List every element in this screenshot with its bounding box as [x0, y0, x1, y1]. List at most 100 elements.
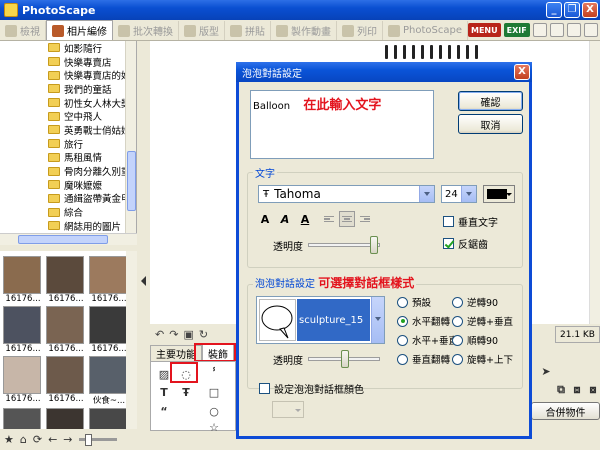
slider-knob[interactable] [341, 350, 349, 368]
folder-tree-scrollbar[interactable] [125, 41, 136, 233]
minimize-button[interactable]: _ [546, 2, 562, 18]
paste-icon[interactable]: ⧈ [570, 383, 584, 397]
radio-dot[interactable] [452, 296, 463, 308]
thumbnail-image[interactable] [3, 408, 41, 429]
thumbnail[interactable]: 16176... [46, 306, 86, 354]
dialog-close-button[interactable]: X [514, 64, 530, 80]
balloon-orientation-radio[interactable]: 逆轉+垂直 [452, 314, 513, 328]
favorite-icon[interactable]: ★ [4, 433, 14, 446]
collapse-arrow-icon[interactable] [141, 276, 146, 286]
balloon-orientation-radio[interactable]: 逆轉90 [452, 295, 498, 309]
balloon-orientation-radio[interactable]: 水平翻轉 [397, 314, 450, 328]
forward-icon[interactable]: → [63, 433, 72, 446]
thumbnail-image[interactable] [3, 256, 41, 294]
tab-animation[interactable]: 製作動畫 [271, 21, 337, 40]
align-left-button[interactable] [321, 211, 337, 227]
tab-photoscape[interactable]: PhotoScape [383, 21, 468, 40]
balloon-opacity-slider[interactable] [308, 350, 380, 368]
thumbnail[interactable]: 16176... [89, 306, 129, 354]
exif-button[interactable]: EXIF [503, 23, 530, 37]
tab-batch[interactable]: 批次轉換 [113, 21, 179, 40]
radio-dot[interactable] [397, 315, 408, 327]
back-icon[interactable]: ← [48, 433, 57, 446]
thumbnail-image[interactable] [46, 408, 84, 429]
folder-item[interactable]: 我們的童話 [0, 82, 136, 96]
radio-dot[interactable] [452, 353, 463, 365]
thumbnail-image[interactable] [89, 306, 127, 344]
thumbnail-scrollbar[interactable] [126, 251, 137, 429]
balloon-orientation-radio[interactable]: 旋轉+上下 [452, 352, 513, 366]
folder-item[interactable]: 英勇戰士俏姑娘 [0, 123, 136, 137]
circle-icon[interactable]: ○ [207, 404, 221, 418]
folder-tree-hscrollbar[interactable] [0, 233, 137, 245]
ok-button[interactable]: 確認 [458, 91, 523, 111]
balloon-orientation-radio[interactable]: 順轉90 [452, 333, 498, 347]
photo-icon[interactable]: ▨ [157, 367, 171, 381]
maximize-button[interactable]: ❐ [564, 2, 580, 18]
merge-objects-button[interactable]: 合併物件 [531, 402, 600, 420]
order-icon[interactable]: ⧇ [586, 383, 600, 397]
font-select[interactable]: Ŧ Tahoma [258, 185, 435, 203]
thumbnail-size-slider[interactable] [78, 434, 117, 446]
balloon-orientation-radio[interactable]: 垂直翻轉 [397, 352, 450, 366]
radio-dot[interactable] [397, 334, 408, 346]
copy-icon[interactable]: ⧉ [554, 383, 568, 397]
thumbnail[interactable]: 16176... [89, 256, 129, 304]
folder-item[interactable]: 空中飛人 [0, 109, 136, 123]
chevron-down-icon[interactable] [419, 186, 434, 202]
thumbnail[interactable]: 16176... [3, 306, 43, 354]
vertical-text-checkbox[interactable]: 垂直文字 [443, 214, 498, 229]
thumbnail-image[interactable] [46, 356, 84, 394]
thumbnail[interactable]: 16176... [3, 356, 43, 406]
rotate-right-icon[interactable]: ↷ [169, 328, 178, 341]
settings-icon[interactable] [566, 23, 581, 37]
align-right-button[interactable] [357, 211, 373, 227]
balloon-style-select[interactable]: sculpture_15 [256, 296, 385, 344]
antialias-checkbox[interactable]: 反鋸齒 [443, 236, 488, 251]
cursor-icon[interactable]: ➤ [539, 364, 553, 378]
star-icon[interactable]: ☆ [207, 420, 221, 434]
thumbnail[interactable]: 16176... [46, 356, 86, 406]
fit-icon[interactable]: ▣ [183, 328, 193, 341]
help-icon[interactable] [583, 23, 598, 37]
folder-item[interactable]: 快樂專賣店 [0, 55, 136, 69]
quote-icon[interactable]: “ [157, 404, 171, 418]
redo-icon[interactable]: ↻ [199, 328, 208, 341]
folder-tree[interactable]: 如影隨行 快樂專賣店 快樂專賣店的好 我們的童話 初性女人林大獎 空中飛人 英勇戰士俏姑娘旅… [0, 41, 137, 233]
tab-editor[interactable]: 相片編修 [46, 20, 113, 40]
balloon-color-picker[interactable] [272, 401, 304, 418]
user-icon[interactable] [549, 23, 564, 37]
set-balloon-color-checkbox[interactable]: 設定泡泡對話框顏色 [259, 381, 364, 396]
chevron-down-icon[interactable] [371, 297, 384, 343]
balloon-text-input[interactable]: Balloon 在此輸入文字 [250, 90, 434, 159]
text-color-picker[interactable] [483, 185, 515, 203]
tab-page[interactable]: 版型 [179, 21, 225, 40]
thumbnail-image[interactable] [3, 356, 41, 394]
folder-item[interactable]: 旅行 [0, 137, 136, 151]
thumbnail-image[interactable] [3, 306, 41, 344]
thumbnail-image[interactable] [89, 356, 127, 394]
close-button[interactable]: X [582, 2, 598, 18]
scrollbar-thumb[interactable] [127, 151, 136, 211]
folder-item[interactable]: 快樂專賣店的好 [0, 68, 136, 82]
tab-print[interactable]: 列印 [337, 21, 383, 40]
thumbnail[interactable]: 伙食~... [89, 356, 129, 406]
folder-item[interactable]: 綜合 [0, 205, 136, 219]
bold-button[interactable]: A [259, 213, 271, 226]
panel-splitter[interactable] [137, 41, 150, 431]
checkbox-box[interactable] [443, 238, 454, 249]
radio-dot[interactable] [397, 353, 408, 365]
radio-dot[interactable] [452, 334, 463, 346]
tab-combine[interactable]: 拼貼 [225, 21, 271, 40]
underline-button[interactable]: A [299, 213, 311, 226]
thumbnail[interactable] [46, 408, 86, 429]
text-alt-icon[interactable]: Ŧ [179, 385, 193, 399]
radio-dot[interactable] [452, 315, 463, 327]
thumbnail[interactable] [89, 408, 129, 429]
tab-viewer[interactable]: 檢視 [0, 21, 46, 40]
checkbox-box[interactable] [443, 216, 454, 227]
folder-item[interactable]: 魔咪嬤嬤 [0, 178, 136, 192]
folder-up-icon[interactable]: ⌂ [20, 433, 27, 446]
font-size-select[interactable]: 24 [441, 185, 477, 203]
thumbnail[interactable]: 16176... [3, 256, 43, 304]
